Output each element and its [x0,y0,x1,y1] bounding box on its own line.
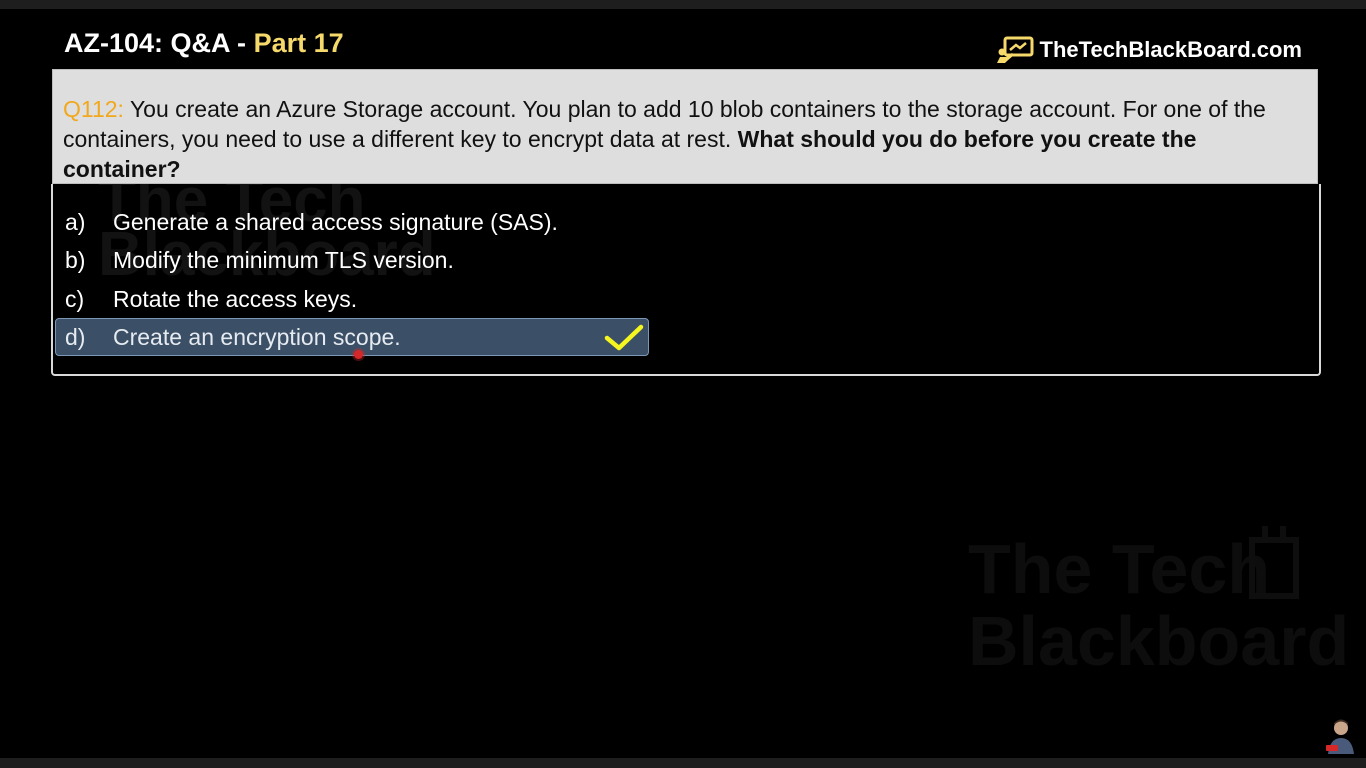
top-bar [0,0,1366,9]
watermark-line2: Blackboard [968,602,1350,680]
question-number: Q112: [63,96,124,122]
bottom-bar [0,758,1366,768]
pointer-dot [354,350,363,359]
checkmark-icon [604,324,644,351]
option-a[interactable]: a) Generate a shared access signature (S… [55,203,649,241]
title-separator: - [237,28,247,58]
option-letter: b) [65,246,86,273]
option-text: Modify the minimum TLS version. [113,246,454,273]
option-text: Generate a shared access signature (SAS)… [113,208,558,235]
brand: TheTechBlackBoard.com [996,36,1302,64]
option-d-correct[interactable]: d) Create an encryption scope. [55,318,649,356]
chalkboard-watermark-icon [1249,526,1299,599]
watermark-line1: The Tech [968,530,1271,608]
answers-box: The Tech Blackboard a) Generate a shared… [51,184,1321,376]
chalkboard-icon [996,36,1034,63]
option-letter: d) [65,323,86,350]
presenter-avatar [1324,716,1358,754]
option-text: Create an encryption scope. [113,323,401,350]
question-box: Q112: You create an Azure Storage accoun… [52,69,1318,184]
page-title: AZ-104: Q&A - Part 17 [64,28,344,59]
option-letter: a) [65,208,86,235]
option-letter: c) [65,285,85,312]
option-b[interactable]: b) Modify the minimum TLS version. [55,241,649,279]
part-label: Part 17 [253,28,344,58]
option-text: Rotate the access keys. [113,285,358,312]
course-title: AZ-104: Q&A [64,28,230,58]
video-frame: AZ-104: Q&A - Part 17 TheTechBlackBoard.… [0,0,1366,768]
brand-name: TheTechBlackBoard.com [1039,37,1302,62]
option-c[interactable]: c) Rotate the access keys. [55,280,649,318]
watermark-logo: The Tech Blackboard [968,526,1349,688]
